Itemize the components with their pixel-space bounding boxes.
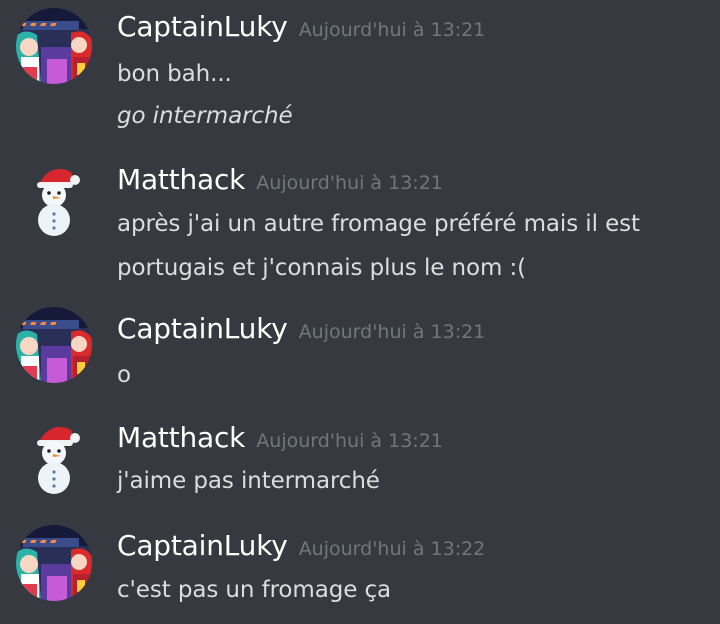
message-header: Matthack Aujourd'hui à 13:21 (117, 421, 443, 454)
snowman-santa-hat-avatar-icon[interactable] (15, 416, 93, 494)
anime-characters-avatar-icon[interactable] (15, 524, 93, 602)
message-text: o (117, 362, 131, 388)
username[interactable]: Matthack (117, 421, 245, 454)
message-text: bon bah... (117, 61, 232, 87)
chat-message-list: CaptainLuky Aujourd'hui à 13:21 bon bah.… (0, 0, 720, 624)
message-text: go intermarché (117, 103, 293, 129)
timestamp[interactable]: Aujourd'hui à 13:21 (299, 19, 486, 41)
timestamp[interactable]: Aujourd'hui à 13:21 (256, 430, 443, 452)
anime-characters-avatar-icon[interactable] (15, 7, 93, 85)
message-header: CaptainLuky Aujourd'hui à 13:21 (117, 10, 485, 43)
message-header: CaptainLuky Aujourd'hui à 13:22 (117, 529, 485, 562)
timestamp[interactable]: Aujourd'hui à 13:21 (256, 172, 443, 194)
username[interactable]: Matthack (117, 163, 245, 196)
username[interactable]: CaptainLuky (117, 10, 288, 43)
username[interactable]: CaptainLuky (117, 529, 288, 562)
timestamp[interactable]: Aujourd'hui à 13:22 (299, 538, 486, 560)
message-text: portugais et j'connais plus le nom :( (117, 255, 527, 281)
message-header: CaptainLuky Aujourd'hui à 13:21 (117, 312, 485, 345)
message-group: CaptainLuky Aujourd'hui à 13:21 o (0, 302, 720, 410)
snowman-santa-hat-avatar-icon[interactable] (15, 158, 93, 236)
message-group: Matthack Aujourd'hui à 13:21 après j'ai … (0, 150, 720, 300)
username[interactable]: CaptainLuky (117, 312, 288, 345)
message-group: CaptainLuky Aujourd'hui à 13:22 c'est pa… (0, 518, 720, 624)
message-text: c'est pas un fromage ça (117, 577, 392, 603)
message-group: CaptainLuky Aujourd'hui à 13:21 bon bah.… (0, 0, 720, 150)
message-header: Matthack Aujourd'hui à 13:21 (117, 163, 443, 196)
timestamp[interactable]: Aujourd'hui à 13:21 (299, 321, 486, 343)
message-text: après j'ai un autre fromage préféré mais… (117, 211, 640, 237)
message-text: j'aime pas intermarché (117, 468, 380, 494)
anime-characters-avatar-icon[interactable] (15, 306, 93, 384)
message-group: Matthack Aujourd'hui à 13:21 j'aime pas … (0, 410, 720, 516)
